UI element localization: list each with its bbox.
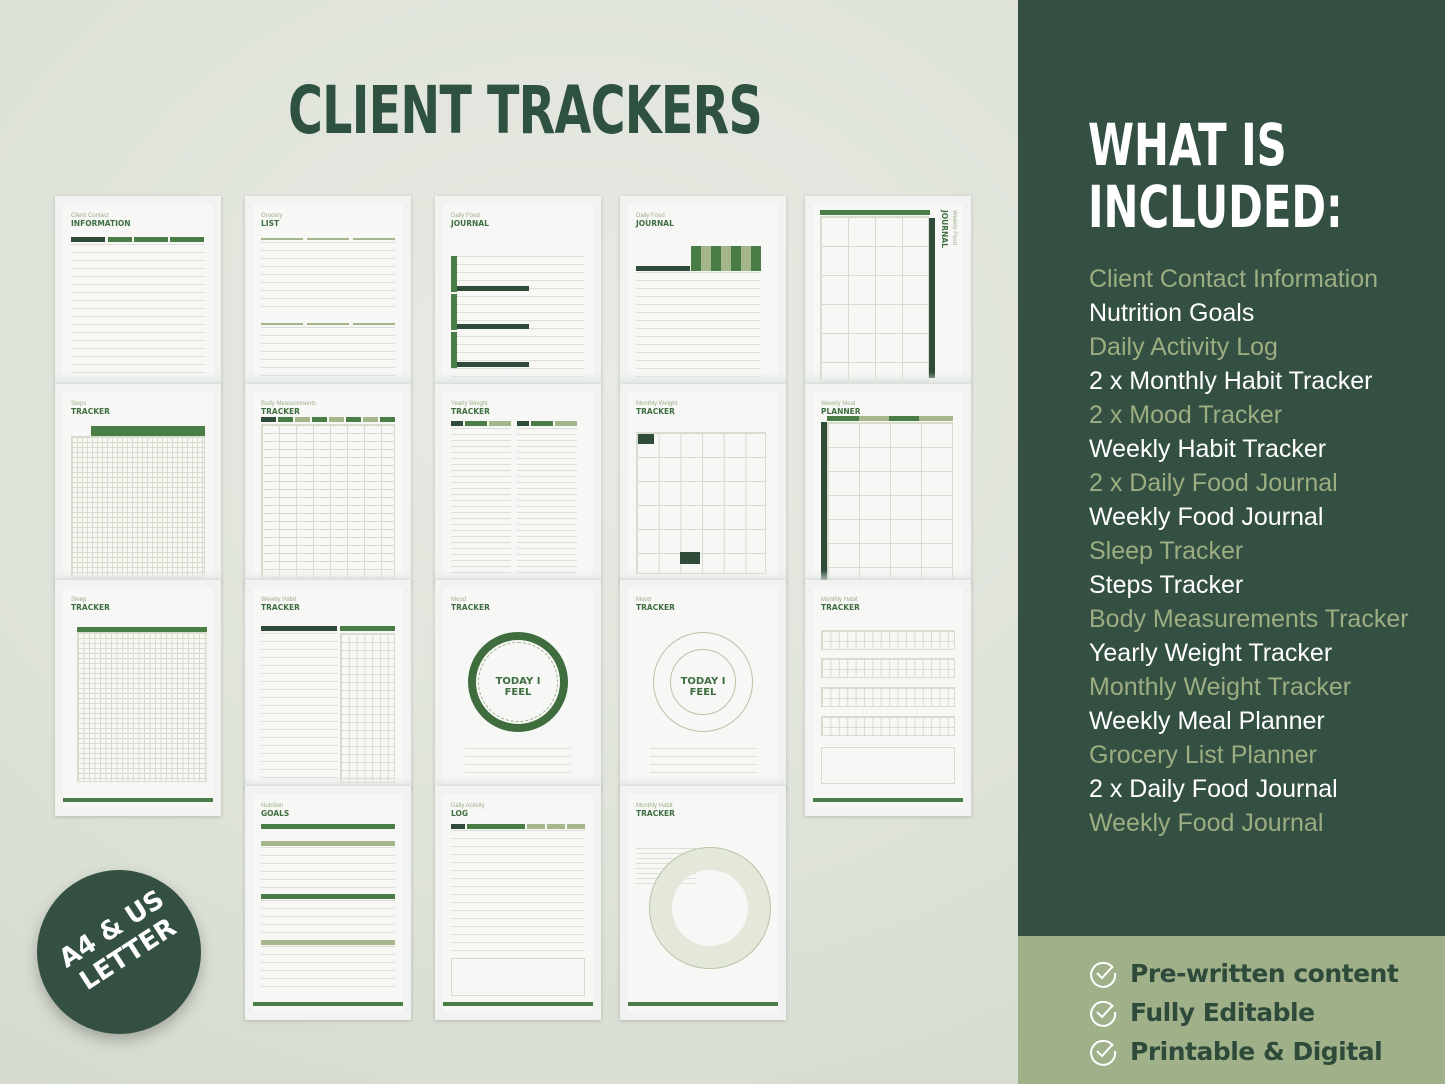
page-heading: GOALS xyxy=(261,809,290,818)
feature-item: Pre-written content xyxy=(1088,958,1399,988)
included-list: Client Contact Information Nutrition Goa… xyxy=(1089,262,1409,840)
page-heading: TRACKER xyxy=(636,809,675,818)
habit-spiral xyxy=(649,847,771,969)
feature-item: Printable & Digital xyxy=(1088,1036,1383,1066)
list-item: Weekly Meal Planner xyxy=(1089,707,1325,735)
page-yearly-weight-tracker: Yearly Weight TRACKER xyxy=(435,384,601,584)
page-daily-food-journal-2: Daily Food JOURNAL xyxy=(620,196,786,386)
included-panel: WHAT IS INCLUDED: Client Contact Informa… xyxy=(1018,0,1445,936)
list-item: Monthly Weight Tracker xyxy=(1089,673,1352,701)
page-weekly-meal-planner: Weekly Meal PLANNER xyxy=(805,384,971,584)
list-item: Grocery List Planner xyxy=(1089,741,1317,769)
page-heading: TRACKER xyxy=(71,603,110,612)
list-item: 2 x Daily Food Journal xyxy=(1089,469,1338,497)
page-steps-tracker: Steps TRACKER xyxy=(55,384,221,584)
page-heading: TRACKER xyxy=(821,603,860,612)
check-circle-icon xyxy=(1090,1039,1117,1066)
page-heading: TRACKER xyxy=(451,407,490,416)
list-item: Weekly Food Journal xyxy=(1089,503,1324,531)
list-item: 2 x Monthly Habit Tracker xyxy=(1089,367,1373,395)
page-subtitle: Weekly Food xyxy=(951,210,957,245)
page-heading: TRACKER xyxy=(636,603,675,612)
page-heading: TRACKER xyxy=(636,407,675,416)
included-heading: WHAT IS INCLUDED: xyxy=(1088,114,1343,238)
mood-center-label: TODAY I FEEL xyxy=(495,676,541,698)
list-item: 2 x Mood Tracker xyxy=(1089,401,1283,429)
check-circle-icon xyxy=(1090,1000,1117,1027)
page-heading: JOURNAL xyxy=(451,219,489,228)
list-item: 2 x Daily Food Journal xyxy=(1089,775,1338,803)
page-heading: PLANNER xyxy=(821,407,861,416)
page-body-measurements-tracker: Body Measurements TRACKER xyxy=(245,384,411,584)
page-monthly-habit-tracker-1: Monthly Habit TRACKER xyxy=(805,580,971,816)
list-item: Weekly Habit Tracker xyxy=(1089,435,1327,463)
page-daily-activity-log: Daily Activity LOG xyxy=(435,786,601,1020)
list-item: Sleep Tracker xyxy=(1089,537,1244,565)
page-heading: TRACKER xyxy=(451,603,490,612)
list-item: Yearly Weight Tracker xyxy=(1089,639,1333,667)
list-item: Steps Tracker xyxy=(1089,571,1244,599)
feature-item: Fully Editable xyxy=(1088,997,1315,1027)
mood-center-label: TODAY I FEEL xyxy=(680,676,726,698)
page-heading: TRACKER xyxy=(261,407,300,416)
page-heading: TRACKER xyxy=(261,603,300,612)
page-heading: INFORMATION xyxy=(71,219,131,228)
list-item: Weekly Food Journal xyxy=(1089,809,1324,837)
feature-label: Pre-written content xyxy=(1130,958,1399,988)
size-badge: A4 & US LETTER xyxy=(37,870,201,1034)
page-grocery-list: Grocery LIST xyxy=(245,196,411,386)
page-weekly-habit-tracker: Weekly Habit TRACKER xyxy=(245,580,411,790)
page-daily-food-journal-1: Daily Food JOURNAL xyxy=(435,196,601,386)
heading-line-2: INCLUDED: xyxy=(1088,173,1343,241)
page-weekly-food-journal: Weekly Food JOURNAL xyxy=(805,196,971,386)
table-header xyxy=(108,237,132,242)
page-heading: LOG xyxy=(451,809,469,818)
page-nutrition-goals: Nutrition GOALS xyxy=(245,786,411,1020)
page-title: CLIENT TRACKERS xyxy=(288,72,763,149)
page-sleep-tracker: Sleep TRACKER xyxy=(55,580,221,816)
page-heading: TRACKER xyxy=(71,407,110,416)
feature-label: Fully Editable xyxy=(1130,997,1315,1027)
list-item: Client Contact Information xyxy=(1089,265,1379,293)
list-item: Nutrition Goals xyxy=(1089,299,1255,327)
page-monthly-weight-tracker: Monthly Weight TRACKER xyxy=(620,384,786,584)
page-mood-tracker-2: Mood TRACKER TODAY I FEEL xyxy=(620,580,786,790)
page-heading: JOURNAL xyxy=(636,219,674,228)
page-heading: JOURNAL xyxy=(940,210,949,248)
heading-line-1: WHAT IS xyxy=(1088,111,1287,179)
check-circle-icon xyxy=(1090,961,1117,988)
list-item: Body Measurements Tracker xyxy=(1089,605,1409,633)
feature-label: Printable & Digital xyxy=(1130,1036,1383,1066)
table-header xyxy=(134,237,168,242)
page-monthly-habit-tracker-2: Monthly Habit TRACKER xyxy=(620,786,786,1020)
table-header xyxy=(170,237,204,242)
page-mood-tracker-1: Mood TRACKER TODAY I FEEL xyxy=(435,580,601,790)
page-heading: LIST xyxy=(261,219,280,228)
features-panel: Pre-written content Fully Editable Print… xyxy=(1018,936,1445,1084)
table-header xyxy=(71,237,105,242)
page-client-contact-information: Client Contact INFORMATION xyxy=(55,196,221,386)
table-rows xyxy=(71,244,205,379)
list-item: Daily Activity Log xyxy=(1089,333,1278,361)
